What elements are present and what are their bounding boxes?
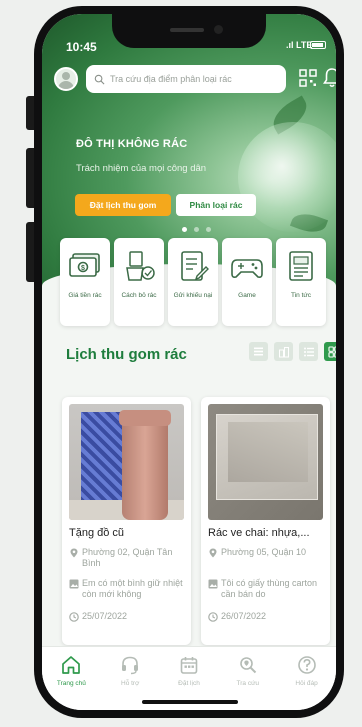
bell-icon[interactable]: [322, 67, 336, 89]
search-map-icon: [239, 657, 256, 674]
notch: [112, 14, 266, 48]
service-complaint[interactable]: Gửi khiếu nại: [168, 238, 218, 326]
grid-view-button[interactable]: [324, 342, 336, 361]
card-location-text: Phường 02, Quận Tân Bình: [82, 547, 173, 568]
speaker: [170, 28, 204, 32]
help-icon: [297, 656, 316, 674]
tab-label: Đặt lịch: [178, 680, 200, 687]
grid-view-icon: [327, 345, 336, 358]
card-photo-thermos: [69, 404, 184, 520]
classify-waste-button[interactable]: Phân loại rác: [176, 194, 256, 216]
pickup-card[interactable]: Rác ve chai: nhựa,... Phường 05, Quận 10…: [201, 397, 330, 645]
card-description: Tôi có giấy thùng carton cần bán do: [208, 578, 326, 600]
service-label: Tin tức: [290, 292, 311, 299]
home-indicator[interactable]: [142, 700, 238, 704]
tab-label: Tra cứu: [236, 680, 260, 687]
volume-up-button: [26, 148, 34, 208]
photo-detail: [228, 422, 308, 482]
service-waste-price[interactable]: $ Giá tiền rác: [60, 238, 110, 326]
carousel-dot[interactable]: [194, 227, 199, 232]
search-bar[interactable]: [86, 65, 286, 93]
qr-scan-icon[interactable]: [298, 68, 318, 88]
tab-faq[interactable]: Hỏi đáp: [282, 654, 332, 710]
front-camera: [214, 25, 223, 34]
card-description: Em có một bình giữ nhiệt còn mới không: [69, 578, 187, 600]
card-location: Phường 02, Quận Tân Bình: [69, 547, 187, 569]
section-title: Lịch thu gom rác: [66, 346, 187, 363]
battery-icon: [310, 41, 326, 49]
service-disposal-guide[interactable]: Cách bỏ rác: [114, 238, 164, 326]
card-description-text: Tôi có giấy thùng carton cần bán do: [221, 578, 318, 599]
schedule-pickup-button[interactable]: Đặt lịch thu gom: [75, 194, 171, 216]
pickup-card[interactable]: Tặng đồ cũ Phường 02, Quận Tân Bình Em c…: [62, 397, 191, 645]
news-icon: [289, 251, 313, 281]
network-indicator: .ıl LTE: [286, 40, 312, 50]
location-pin-icon: [70, 548, 78, 558]
detail-list-view-button[interactable]: [299, 342, 318, 361]
image-icon: [208, 579, 218, 589]
svg-text:$: $: [81, 265, 85, 272]
hero-subtitle: Trách nhiệm của mọi công dân: [76, 163, 207, 174]
view-mode-switcher: [249, 342, 336, 361]
service-news[interactable]: Tin tức: [276, 238, 326, 326]
volume-down-button: [26, 222, 34, 282]
mute-switch: [26, 96, 34, 130]
carousel-dot[interactable]: [206, 227, 211, 232]
card-date-text: 26/07/2022: [221, 611, 267, 621]
card-date: 26/07/2022: [208, 611, 326, 622]
list-view-button[interactable]: [249, 342, 268, 361]
building-view-icon: [278, 346, 289, 357]
tab-label: Trang chủ: [56, 680, 86, 687]
service-label: Game: [238, 292, 256, 299]
photo-detail: [122, 416, 168, 520]
clock-icon: [69, 612, 79, 622]
detail-list-view-icon: [303, 347, 314, 356]
card-photo-carton: [208, 404, 323, 520]
avatar[interactable]: [54, 67, 78, 91]
tab-label: Hỗ trợ: [121, 680, 140, 687]
clock-icon: [208, 612, 218, 622]
card-title: Tặng đồ cũ: [69, 527, 125, 539]
service-menu: $ Giá tiền rác Cách bỏ rác Gửi khiếu nại: [60, 238, 326, 326]
card-title: Rác ve chai: nhựa,...: [208, 527, 310, 539]
service-label: Gửi khiếu nại: [173, 292, 213, 299]
card-location-text: Phường 05, Quận 10: [221, 547, 306, 557]
search-input[interactable]: [110, 74, 278, 84]
app-screen: 10:45 .ıl LTE ĐÔ THỊ KHÔNG RÁC Trách nhi…: [42, 14, 336, 710]
calendar-icon: [180, 657, 198, 674]
card-location: Phường 05, Quận 10: [208, 547, 326, 558]
card-date: 25/07/2022: [69, 611, 187, 622]
photo-detail: [119, 410, 171, 426]
list-view-icon: [254, 347, 263, 356]
support-icon: [122, 656, 139, 675]
service-label: Giá tiền rác: [68, 292, 102, 299]
search-icon: [94, 74, 105, 84]
pickup-card-list: Tặng đồ cũ Phường 02, Quận Tân Bình Em c…: [62, 397, 330, 645]
recycle-bin-icon: [126, 251, 155, 281]
home-icon: [62, 656, 81, 674]
carousel-indicator[interactable]: [182, 227, 211, 232]
card-date-text: 25/07/2022: [82, 611, 128, 621]
complaint-icon: [181, 251, 209, 281]
tab-label: Hỏi đáp: [295, 680, 318, 687]
hero-title: ĐÔ THỊ KHÔNG RÁC: [76, 138, 188, 150]
gamepad-icon: [231, 259, 263, 278]
carousel-dot[interactable]: [182, 227, 187, 232]
service-game[interactable]: Game: [222, 238, 272, 326]
building-view-button[interactable]: [274, 342, 293, 361]
tab-home[interactable]: Trang chủ: [46, 654, 96, 710]
money-icon: $: [69, 253, 100, 277]
signal-icon: .ıl: [286, 40, 297, 50]
location-pin-icon: [209, 548, 217, 558]
status-time: 10:45: [66, 40, 97, 54]
card-description-text: Em có một bình giữ nhiệt còn mới không: [82, 578, 183, 599]
service-label: Cách bỏ rác: [121, 292, 157, 299]
image-icon: [69, 579, 79, 589]
